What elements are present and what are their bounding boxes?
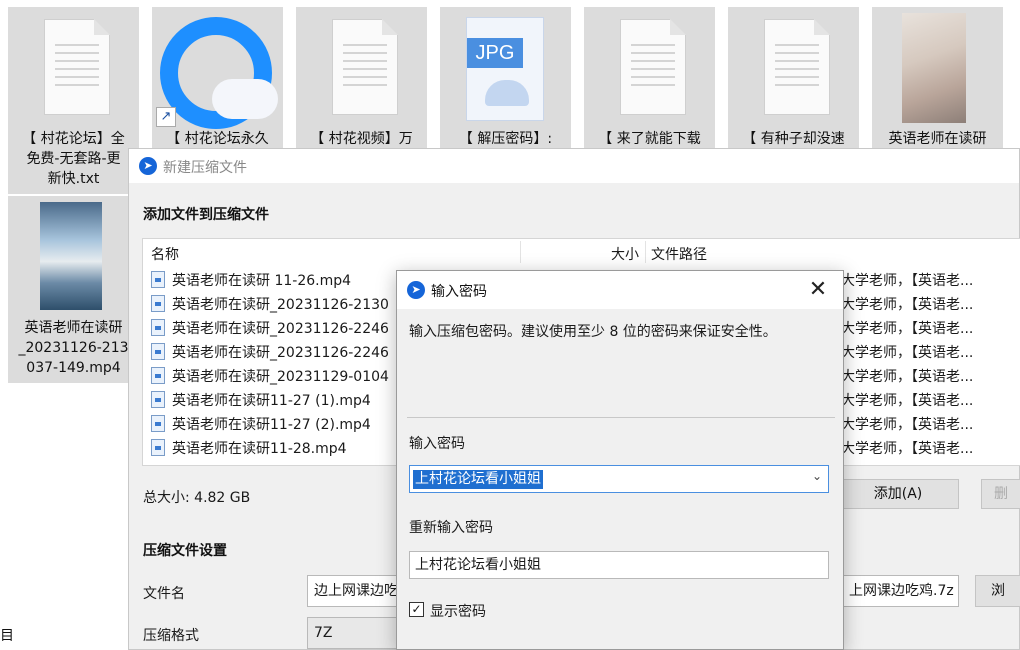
window-title: 新建压缩文件 <box>163 160 247 176</box>
video-file-icon <box>151 295 165 312</box>
file-label: 【 村花视频】万 <box>310 131 413 147</box>
show-password-checkbox[interactable]: ✓ <box>409 602 424 617</box>
app-logo-icon: ➤ <box>407 281 425 299</box>
edge-text: 目 <box>0 628 14 644</box>
text-file-icon <box>728 7 859 127</box>
list-header: 名称 大小 文件路径 <box>143 239 1020 265</box>
file-label: 【 有种子却没速 <box>742 131 845 147</box>
add-files-title: 添加文件到压缩文件 <box>143 207 269 223</box>
desktop-file-tile[interactable]: ↗ 【 村花论坛永久 <box>152 7 283 148</box>
divider <box>407 417 835 418</box>
text-file-icon <box>8 7 139 127</box>
file-name: 英语老师在读研_20231126-2130 <box>172 297 389 313</box>
desktop-file-tile[interactable]: JPG 【 解压密码】: <box>440 7 571 148</box>
file-path: 大学老师，【英语老... <box>841 321 974 337</box>
file-path: 大学老师，【英语老... <box>841 417 974 433</box>
show-password-label[interactable]: 显示密码 <box>430 601 486 621</box>
file-name: 英语老师在读研11-27 (2).mp4 <box>172 417 371 433</box>
column-header-path[interactable]: 文件路径 <box>651 244 707 264</box>
file-path: 大学老师，【英语老... <box>841 393 974 409</box>
file-name: 英语老师在读研_20231126-2246 <box>172 321 389 337</box>
settings-title: 压缩文件设置 <box>143 543 227 559</box>
filename-input[interactable]: 边上网课边吃 <box>307 575 407 607</box>
dialog-titlebar[interactable]: ➤ 输入密码 ✕ <box>397 271 843 309</box>
file-path: 大学老师，【英语老... <box>841 297 974 313</box>
video-file-icon <box>151 343 165 360</box>
video-file-icon <box>151 271 165 288</box>
file-label: 【 解压密码】: <box>458 131 553 147</box>
desktop-file-tile[interactable]: 【 村花论坛】全 免费-无套路-更 新快.txt <box>8 7 139 194</box>
file-label: 英语老师在读研 <box>888 131 987 147</box>
format-label: 压缩格式 <box>143 628 199 644</box>
filename-label: 文件名 <box>143 586 185 602</box>
desktop-file-tile[interactable]: 【 村花视频】万 <box>296 7 427 148</box>
file-label: 【 村花论坛】全 免费-无套路-更 新快.txt <box>22 131 125 187</box>
video-thumbnail-icon <box>8 196 139 316</box>
video-file-icon <box>151 415 165 432</box>
browse-button[interactable]: 浏 <box>975 575 1020 607</box>
desktop-file-tile[interactable]: 【 有种子却没速 <box>728 7 859 148</box>
text-file-icon <box>296 7 427 127</box>
desktop-file-tile[interactable]: 英语老师在读研 _20231126-213 037-149.mp4 <box>8 196 139 383</box>
shortcut-arrow-icon: ↗ <box>156 107 176 127</box>
file-label: 【 来了就能下载 <box>598 131 701 147</box>
file-name: 英语老师在读研_20231129-0104 <box>172 369 389 385</box>
desktop-file-tile[interactable]: 【 来了就能下载 <box>584 7 715 148</box>
total-size: 总大小: 4.82 GB <box>143 490 251 506</box>
password-label: 输入密码 <box>409 436 465 452</box>
desktop-file-tile[interactable]: 英语老师在读研 <box>872 7 1003 148</box>
video-thumbnail-icon <box>872 7 1003 127</box>
app-logo-icon: ➤ <box>139 157 157 175</box>
text-file-icon <box>584 7 715 127</box>
file-path: 大学老师，【英语老... <box>841 345 974 361</box>
column-header-size[interactable]: 大小 <box>609 244 639 264</box>
format-select[interactable]: 7Z <box>307 617 407 649</box>
file-path: 大学老师，【英语老... <box>841 273 974 289</box>
file-label: 英语老师在读研 _20231126-213 037-149.mp4 <box>18 320 129 376</box>
dialog-description: 输入压缩包密码。建议使用至少 8 位的密码来保证安全性。 <box>409 324 777 340</box>
file-name: 英语老师在读研11-27 (1).mp4 <box>172 393 371 409</box>
window-titlebar[interactable]: ➤ 新建压缩文件 <box>129 149 1019 183</box>
file-path: 大学老师，【英语老... <box>841 369 974 385</box>
file-path: 大学老师，【英语老... <box>841 441 974 457</box>
add-button[interactable]: 添加(A) <box>837 479 959 509</box>
browser-shortcut-icon: ↗ <box>152 7 283 129</box>
jpg-file-icon: JPG <box>440 7 571 127</box>
chevron-down-icon[interactable]: ⌄ <box>812 469 822 483</box>
video-file-icon <box>151 439 165 456</box>
password-value: 上村花论坛看小姐姐 <box>413 470 543 489</box>
confirm-password-input[interactable]: 上村花论坛看小姐姐 <box>409 551 829 579</box>
column-header-name[interactable]: 名称 <box>151 244 179 264</box>
filename-input-tail[interactable]: 上网课边吃鸡.7z <box>843 575 959 607</box>
password-dialog: ➤ 输入密码 ✕ 输入压缩包密码。建议使用至少 8 位的密码来保证安全性。 输入… <box>396 270 844 650</box>
delete-button[interactable]: 删 <box>981 479 1020 509</box>
file-name: 英语老师在读研_20231126-2246 <box>172 345 389 361</box>
dialog-title: 输入密码 <box>431 284 487 300</box>
file-name: 英语老师在读研11-28.mp4 <box>172 441 347 457</box>
close-icon[interactable]: ✕ <box>805 277 831 303</box>
file-label: 【 村花论坛永久 <box>166 131 269 147</box>
confirm-password-label: 重新输入密码 <box>409 520 493 536</box>
file-name: 英语老师在读研 11-26.mp4 <box>172 273 352 289</box>
password-combobox[interactable]: 上村花论坛看小姐姐 ⌄ <box>409 465 829 493</box>
video-file-icon <box>151 367 165 384</box>
video-file-icon <box>151 319 165 336</box>
video-file-icon <box>151 391 165 408</box>
